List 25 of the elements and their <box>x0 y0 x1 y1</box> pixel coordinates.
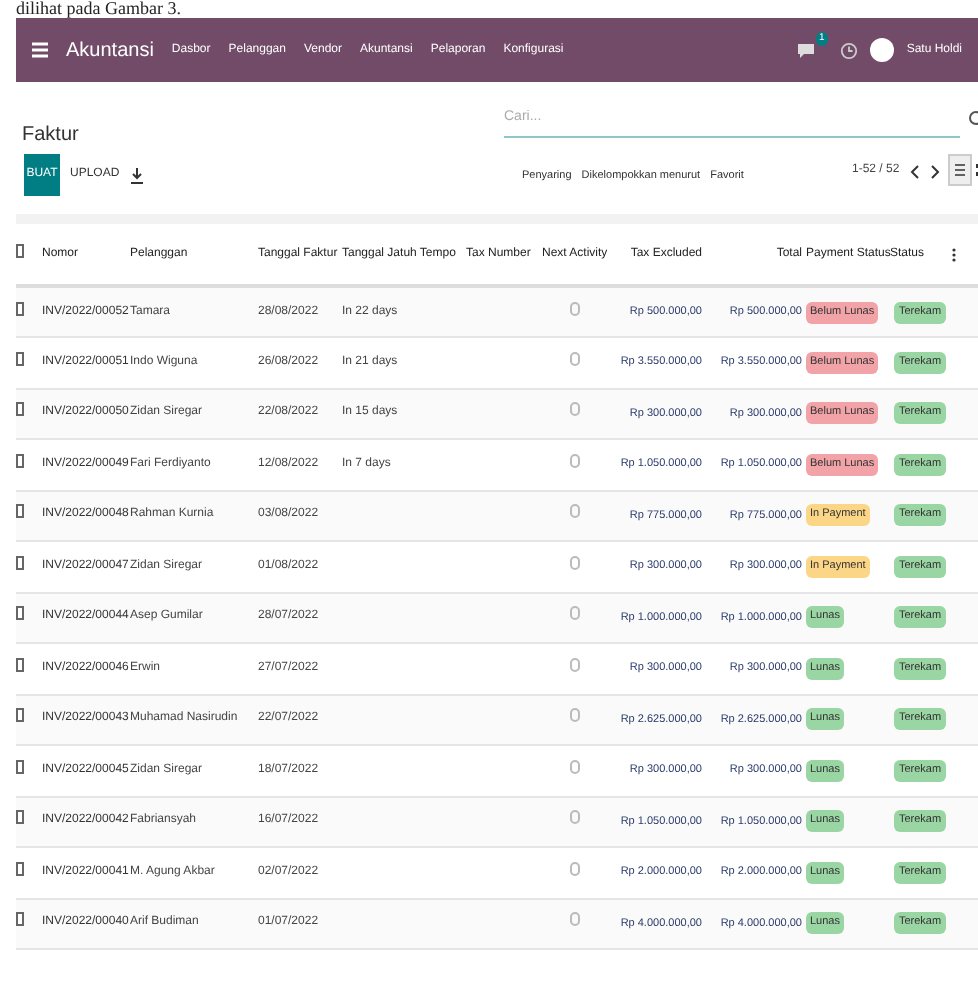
checkbox[interactable] <box>16 912 24 927</box>
checkbox[interactable] <box>16 243 24 257</box>
checkbox[interactable] <box>16 657 24 672</box>
download-icon[interactable] <box>129 167 144 183</box>
checkbox[interactable] <box>16 402 24 417</box>
checkbox[interactable] <box>16 453 24 468</box>
checkbox[interactable] <box>16 504 24 519</box>
checkbox[interactable] <box>16 301 24 315</box>
checkbox[interactable] <box>16 861 24 876</box>
chat-icon[interactable] <box>795 40 816 60</box>
checkbox[interactable] <box>16 708 24 723</box>
checkbox[interactable] <box>16 555 24 570</box>
caption-text: dilihat pada Gambar 3. <box>16 0 181 18</box>
checkbox[interactable] <box>16 810 24 825</box>
checkbox[interactable] <box>16 606 24 621</box>
user-avatar[interactable] <box>870 38 895 62</box>
clock-icon[interactable] <box>840 41 859 59</box>
previous-icon[interactable] <box>909 163 920 179</box>
checkbox[interactable] <box>16 759 24 774</box>
next-icon[interactable] <box>929 163 940 179</box>
app-title[interactable]: Akuntansi <box>66 35 154 65</box>
checkbox[interactable] <box>16 351 24 366</box>
list-view-icon[interactable] <box>948 154 972 186</box>
menu-icon[interactable] <box>32 42 48 58</box>
page-title: Faktur <box>22 124 79 146</box>
